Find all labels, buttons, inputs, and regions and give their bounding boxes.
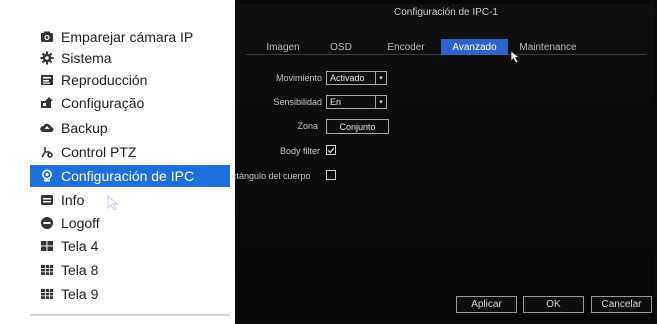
menu-item-screen-4[interactable]: Tela 4 xyxy=(40,235,230,257)
body-rectangle-checkbox[interactable] xyxy=(326,170,336,180)
dialog-title: Configuración de IPC-1 xyxy=(394,7,498,18)
grid-9-icon xyxy=(40,287,54,301)
body-filter-checkbox[interactable] xyxy=(326,145,336,155)
zone-label: Zona xyxy=(297,121,318,131)
menu-item-backup[interactable]: Backup xyxy=(40,117,230,139)
menu-item-label: Info xyxy=(61,192,85,208)
backup-icon xyxy=(40,121,54,135)
chevron-down-icon: ▾ xyxy=(375,96,386,108)
tab-osd[interactable]: OSD xyxy=(318,39,364,55)
menu-item-label: Control PTZ xyxy=(61,144,137,160)
movement-value: Activado xyxy=(330,73,365,83)
sensitivity-select[interactable]: En ▾ xyxy=(326,95,387,109)
body-filter-label: Body filter xyxy=(279,146,320,156)
menu-item-label: Sistema xyxy=(61,50,112,66)
menu-item-pair-ip-camera[interactable]: Emparejar cámara IP xyxy=(40,26,230,48)
menu-item-system[interactable]: Sistema xyxy=(40,47,230,69)
zone-set-button[interactable]: Conjunto xyxy=(326,119,389,134)
ipc-config-icon xyxy=(40,169,54,183)
menu-item-label: Configuración de IPC xyxy=(61,168,195,184)
configuration-icon xyxy=(40,96,54,110)
apply-button[interactable]: Aplicar xyxy=(456,296,517,313)
chevron-down-icon: ▾ xyxy=(375,72,386,84)
menu-item-label: Logoff xyxy=(61,215,100,231)
menu-divider xyxy=(30,314,230,316)
menu-item-label: Tela 8 xyxy=(61,262,99,278)
menu-item-screen-9[interactable]: Tela 9 xyxy=(40,283,230,305)
gear-icon xyxy=(40,51,54,65)
menu-item-label: Emparejar cámara IP xyxy=(61,29,194,45)
menu-item-info[interactable]: Info xyxy=(40,189,230,211)
cursor-ghost-icon xyxy=(107,194,121,211)
menu-item-label: Configuração xyxy=(61,95,145,111)
tab-advanced[interactable]: Avanzado xyxy=(441,39,508,55)
menu-item-logoff[interactable]: Logoff xyxy=(40,212,230,234)
menu-item-screen-8[interactable]: Tela 8 xyxy=(40,259,230,281)
sensitivity-label: Sensibilidad xyxy=(273,97,322,107)
playback-icon xyxy=(40,73,54,87)
checkmark-icon xyxy=(327,147,335,153)
sensitivity-value: En xyxy=(330,97,342,107)
menu-item-ptz-control[interactable]: Control PTZ xyxy=(40,141,230,163)
cancel-button[interactable]: Cancelar xyxy=(591,296,652,313)
ptz-icon xyxy=(40,145,54,159)
body-rectangle-label: ctángulo del cuerpo xyxy=(232,171,311,181)
menu-item-configuration[interactable]: Configuração xyxy=(40,92,230,114)
context-menu: Emparejar cámara IP Sistema Reproducción… xyxy=(0,0,236,324)
menu-item-label: Backup xyxy=(61,120,108,136)
camera-icon xyxy=(40,30,54,44)
grid-8-icon xyxy=(40,263,54,277)
menu-item-label: Tela 4 xyxy=(61,238,99,254)
menu-item-ipc-configuration[interactable]: Configuración de IPC xyxy=(30,165,230,187)
menu-item-label: Reproducción xyxy=(61,72,148,88)
ok-button[interactable]: OK xyxy=(523,296,584,313)
tab-encoder[interactable]: Encoder xyxy=(378,39,434,55)
logoff-icon xyxy=(40,216,54,230)
tab-image[interactable]: Imagen xyxy=(256,39,310,55)
movement-label: Movimiento xyxy=(275,73,322,83)
mouse-pointer-icon xyxy=(510,50,522,64)
menu-item-label: Tela 9 xyxy=(61,286,99,302)
movement-select[interactable]: Activado ▾ xyxy=(326,71,387,85)
grid-4-icon xyxy=(40,239,54,253)
info-icon xyxy=(40,193,54,207)
menu-item-playback[interactable]: Reproducción xyxy=(40,69,230,91)
